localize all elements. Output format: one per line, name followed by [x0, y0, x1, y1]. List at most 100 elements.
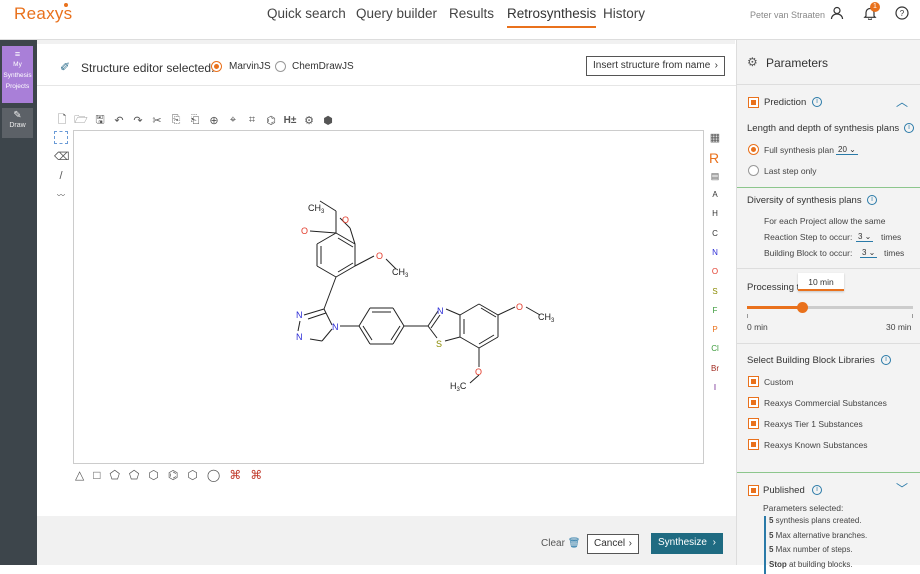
- heptagon-icon[interactable]: ⬡: [187, 468, 197, 482]
- selected-parameter-item: Stop at building blocks.: [764, 560, 914, 574]
- library-checkbox-commercial[interactable]: [748, 397, 759, 408]
- parameters-selected-label: Parameters selected:: [763, 503, 843, 513]
- select-tool-icon[interactable]: [54, 131, 68, 144]
- full-plan-value: 20: [838, 145, 847, 154]
- times-label: times: [884, 248, 904, 258]
- info-icon[interactable]: i: [867, 195, 877, 205]
- reaxys-logo[interactable]: Reaxys: [14, 4, 73, 24]
- full-plan-select[interactable]: 20 ⌄: [836, 145, 858, 155]
- prediction-checkbox[interactable]: [748, 97, 759, 108]
- info-icon[interactable]: i: [812, 97, 822, 107]
- info-icon[interactable]: i: [881, 355, 891, 365]
- atom-button-c[interactable]: C: [709, 229, 721, 238]
- cancel-button[interactable]: Cancel ›: [587, 534, 639, 554]
- cyclopentadiene-icon[interactable]: ⬠: [129, 468, 139, 482]
- cut-icon[interactable]: ✂: [150, 114, 164, 127]
- user-icon[interactable]: [829, 6, 845, 22]
- label-o-left: O: [301, 226, 308, 236]
- clear-button[interactable]: Clear 🗑: [541, 538, 580, 549]
- atom-button-n[interactable]: N: [709, 248, 721, 257]
- chemdrawjs-radio[interactable]: [275, 61, 286, 72]
- building-block-select[interactable]: 3 ⌄: [860, 248, 877, 258]
- atom-button-p[interactable]: P: [709, 325, 721, 334]
- save-icon[interactable]: 🖫: [93, 111, 107, 130]
- draw-button[interactable]: ✎ Draw: [2, 108, 33, 138]
- chevron-right-icon: ›: [715, 57, 718, 75]
- user-name[interactable]: Peter van Straaten: [750, 10, 825, 20]
- benzene-icon[interactable]: ⌬: [168, 468, 178, 482]
- eraser-icon[interactable]: ⌫: [54, 150, 68, 163]
- nav-history[interactable]: History: [603, 6, 645, 28]
- slider-track[interactable]: [747, 306, 913, 309]
- 3d-clean-icon[interactable]: ⌗: [245, 114, 259, 127]
- editor-icon: ✐: [60, 60, 70, 74]
- synthesize-label: Synthesize: [658, 537, 707, 548]
- square-icon[interactable]: □: [93, 468, 100, 482]
- new-document-icon[interactable]: 🗋: [55, 111, 69, 130]
- projects-label-3: Projects: [2, 81, 33, 92]
- atom-button-a[interactable]: A: [709, 190, 721, 199]
- atom-button-br[interactable]: Br: [709, 364, 721, 373]
- aromatize-icon[interactable]: ⌬: [264, 114, 278, 127]
- periodic-table-icon[interactable]: ▦: [708, 131, 722, 144]
- undo-icon[interactable]: ↶: [112, 114, 126, 127]
- atom-button-i[interactable]: I: [709, 383, 721, 392]
- nav-results[interactable]: Results: [449, 6, 494, 28]
- chevron-down-icon[interactable]: ﹀: [896, 480, 908, 497]
- pentagon-icon[interactable]: ⬠: [109, 468, 119, 482]
- nav-retrosynthesis[interactable]: Retrosynthesis: [507, 6, 596, 28]
- library-checkbox-tier1[interactable]: [748, 418, 759, 429]
- label-o-bottom: O: [475, 367, 482, 377]
- atom-button-h[interactable]: H: [709, 209, 721, 218]
- label-o-right: O: [376, 251, 383, 261]
- bond-tool-icon[interactable]: /: [54, 170, 68, 182]
- chemdrawjs-label[interactable]: ChemDrawJS: [292, 61, 354, 72]
- drawing-canvas[interactable]: CH3 O O O CH3 N N N N S O CH3 O H3C: [73, 130, 704, 464]
- hexagon-icon[interactable]: ⬡: [148, 468, 158, 482]
- insert-structure-button[interactable]: Insert structure from name ›: [586, 56, 725, 76]
- marvinjs-radio[interactable]: [211, 61, 222, 72]
- marvinjs-label[interactable]: MarvinJS: [229, 61, 271, 72]
- building-blocks-title: Select Building Block Libraries: [747, 355, 875, 366]
- chevron-up-icon[interactable]: ︿: [896, 93, 908, 110]
- zoom-icon[interactable]: ⊕: [207, 114, 221, 127]
- hydrogens-icon[interactable]: H±: [283, 115, 297, 126]
- settings-icon[interactable]: ⚙: [302, 114, 316, 127]
- reaction-step-select[interactable]: 3 ⌄: [856, 232, 873, 242]
- info-icon[interactable]: i: [904, 123, 914, 133]
- library-checkbox-custom[interactable]: [748, 376, 759, 387]
- library-checkbox-known[interactable]: [748, 439, 759, 450]
- slider-handle[interactable]: [797, 302, 808, 313]
- tick-mark: [912, 314, 913, 318]
- chain-tool-icon[interactable]: 〰: [54, 190, 68, 201]
- info-shield-icon[interactable]: ⬢: [321, 114, 335, 127]
- atom-button-o[interactable]: O: [709, 267, 721, 276]
- info-icon[interactable]: i: [812, 485, 822, 495]
- copy-icon[interactable]: ⎘: [169, 114, 183, 127]
- 2d-clean-icon[interactable]: ⌖: [226, 114, 240, 127]
- nav-quick-search[interactable]: Quick search: [267, 6, 346, 28]
- fused-ring-icon[interactable]: ⌘: [229, 468, 241, 482]
- paste-icon[interactable]: ⎗: [188, 114, 202, 127]
- synthesize-button[interactable]: Synthesize ›: [651, 533, 723, 554]
- triangle-icon[interactable]: △: [75, 468, 84, 482]
- full-plan-radio[interactable]: [748, 144, 759, 155]
- chevron-right-icon: ›: [629, 535, 632, 553]
- my-synthesis-projects-button[interactable]: ≡ My Synthesis Projects: [2, 46, 33, 103]
- published-checkbox[interactable]: [748, 485, 759, 496]
- bicyclic-ring-icon[interactable]: ⌘: [250, 468, 262, 482]
- open-folder-icon[interactable]: 🗁: [74, 111, 88, 130]
- atom-button-cl[interactable]: Cl: [709, 344, 721, 353]
- library-label-tier1: Reaxys Tier 1 Substances: [764, 419, 863, 429]
- octagon-icon[interactable]: ◯: [207, 468, 220, 482]
- atom-list-icon[interactable]: ▤: [708, 171, 722, 182]
- nav-query-builder[interactable]: Query builder: [356, 6, 437, 28]
- atom-button-f[interactable]: F: [709, 306, 721, 315]
- last-step-radio[interactable]: [748, 165, 759, 176]
- label-o-benzo: O: [516, 302, 523, 312]
- label-ch3-top: CH3: [308, 203, 325, 215]
- redo-icon[interactable]: ↷: [131, 114, 145, 127]
- help-icon[interactable]: ?: [894, 6, 910, 22]
- r-group-button[interactable]: R: [709, 150, 719, 166]
- atom-button-s[interactable]: S: [709, 287, 721, 296]
